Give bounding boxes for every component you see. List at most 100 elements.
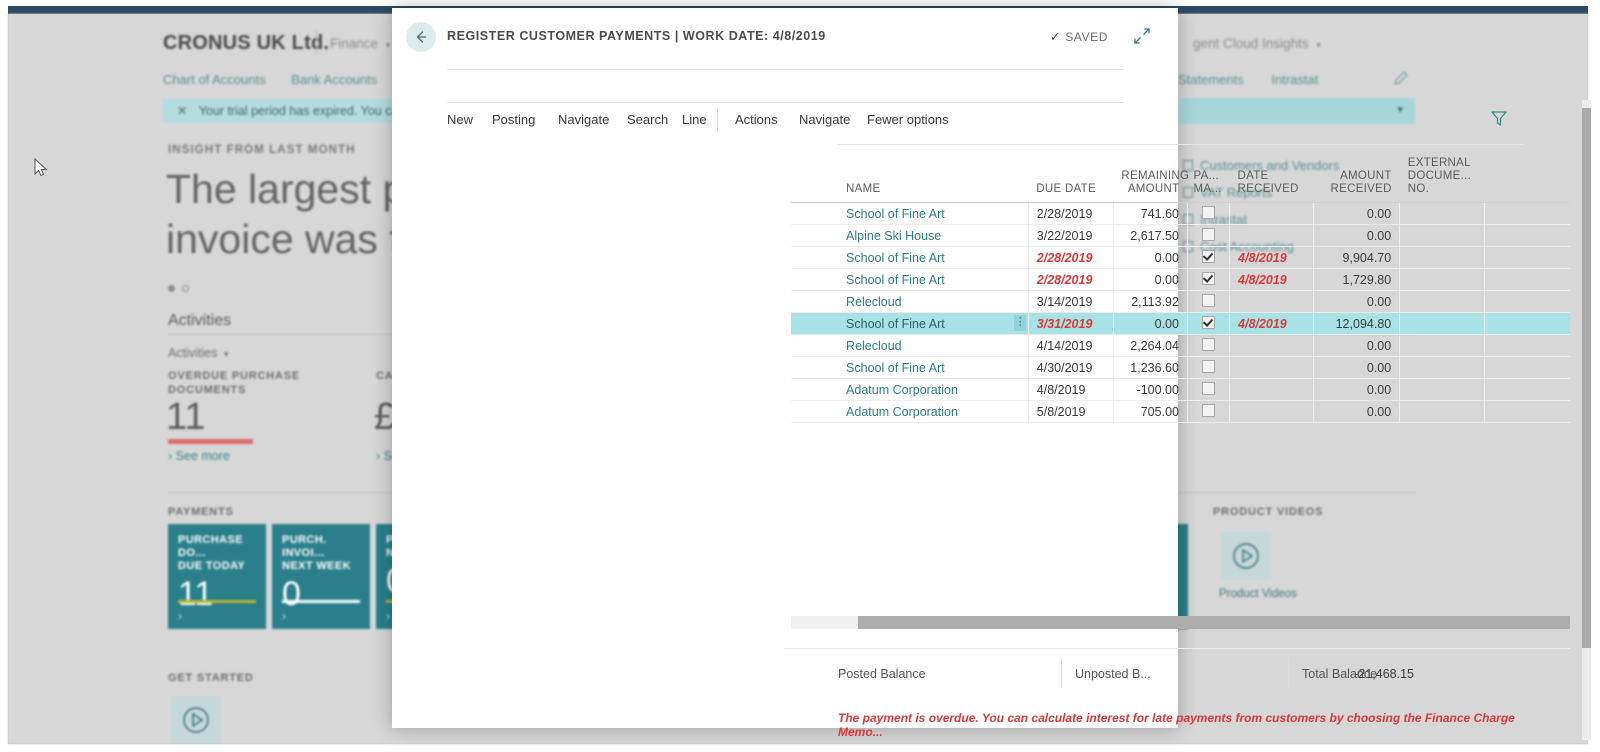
cell-remaining-amount[interactable]: 0.00 <box>1113 246 1188 269</box>
back-arrow-icon[interactable] <box>406 22 436 52</box>
get-started-video-thumb[interactable] <box>171 696 221 744</box>
activities-filter[interactable]: Activities ▾ <box>168 346 228 360</box>
cell-amount-received[interactable]: 0.00 <box>1313 224 1401 247</box>
cell-external-document-no[interactable] <box>1399 290 1486 313</box>
checkbox-icon[interactable] <box>1201 360 1215 373</box>
menu-item-cloud-insights[interactable]: gent Cloud Insights ▾ <box>1193 36 1321 51</box>
nav-tab-bank-accounts[interactable]: Bank Accounts <box>291 72 377 87</box>
cell-remaining-amount[interactable]: 2,617.50 <box>1113 224 1188 247</box>
table-row[interactable]: Adatum Corporation 4/8/2019 -100.00 0.00 <box>791 378 1570 401</box>
cell-external-document-no[interactable] <box>1399 400 1486 423</box>
ribbon-search[interactable]: Search <box>627 112 668 127</box>
cell-remaining-amount[interactable]: 1,236.60 <box>1113 356 1188 379</box>
row-options-icon[interactable]: ⋮ <box>1013 315 1026 331</box>
th-due-date[interactable]: DUE DATE <box>1028 148 1114 203</box>
cell-payment-made[interactable] <box>1187 356 1231 379</box>
cell-external-document-no[interactable] <box>1399 202 1486 225</box>
cell-external-document-no[interactable] <box>1399 378 1486 401</box>
cell-payment-made[interactable] <box>1187 202 1231 225</box>
cell-name[interactable]: School of Fine Art <box>838 202 1029 225</box>
cell-due-date[interactable]: 3/31/2019 <box>1028 312 1114 335</box>
cell-amount-received[interactable]: 0.00 <box>1313 356 1401 379</box>
cell-date-received[interactable] <box>1229 202 1315 225</box>
ribbon-actions[interactable]: Actions <box>735 112 778 127</box>
table-row[interactable]: Relecloud 4/14/2019 2,264.04 0.00 <box>791 334 1570 357</box>
cell-date-received[interactable] <box>1229 356 1315 379</box>
cell-remaining-amount[interactable]: 2,113.92 <box>1113 290 1188 313</box>
tile-purchase-due-today[interactable]: PURCHASE DO... DUE TODAY 11 › <box>168 524 266 629</box>
cell-payment-made[interactable] <box>1187 246 1231 269</box>
cell-due-date[interactable]: 3/22/2019 <box>1028 224 1114 247</box>
cell-date-received[interactable] <box>1229 334 1315 357</box>
cell-name[interactable]: Adatum Corporation <box>838 378 1029 401</box>
nav-tab-statements[interactable]: Statements <box>1178 72 1244 87</box>
cell-remaining-amount[interactable]: -100.00 <box>1113 378 1188 401</box>
cell-due-date[interactable]: 2/28/2019 <box>1028 202 1114 225</box>
cell-amount-received[interactable]: 9,904.70 <box>1313 246 1401 269</box>
product-video-thumb[interactable] <box>1221 532 1271 580</box>
table-row[interactable]: School of Fine Art 4/30/2019 1,236.60 0.00 <box>791 356 1570 379</box>
ribbon-line[interactable]: Line <box>682 112 707 127</box>
cell-amount-received[interactable]: 12,094.80 <box>1313 312 1401 335</box>
cell-date-received[interactable] <box>1229 378 1315 401</box>
th-payment-made[interactable]: PA... MA... <box>1187 148 1230 203</box>
cell-name[interactable]: School of Fine Art <box>838 268 1029 291</box>
cell-external-document-no[interactable] <box>1399 268 1486 291</box>
cell-date-received[interactable]: 4/8/2019 <box>1229 268 1315 291</box>
checkbox-icon[interactable] <box>1201 228 1215 241</box>
table-row[interactable]: School of Fine Art 2/28/2019 0.00 4/8/2019 9… <box>791 246 1570 269</box>
cell-remaining-amount[interactable]: 741.60 <box>1113 202 1188 225</box>
cell-name[interactable]: School of Fine Art ⋮ <box>838 312 1029 335</box>
checkbox-icon[interactable] <box>1201 404 1215 417</box>
cell-date-received[interactable]: 4/8/2019 <box>1229 312 1315 335</box>
cell-date-received[interactable] <box>1229 290 1315 313</box>
checkbox-icon[interactable] <box>1201 250 1215 263</box>
table-hscrollbar-thumb[interactable] <box>858 616 1570 629</box>
table-row[interactable]: School of Fine Art 2/28/2019 741.60 0.00 <box>791 202 1570 225</box>
close-icon[interactable]: ✕ <box>177 104 187 118</box>
cell-remaining-amount[interactable]: 0.00 <box>1113 268 1188 291</box>
page-scrollbar-thumb[interactable] <box>1582 108 1591 648</box>
cell-payment-made[interactable] <box>1187 334 1231 357</box>
ribbon-posting[interactable]: Posting <box>492 112 535 127</box>
cell-amount-received[interactable]: 1,729.80 <box>1313 268 1401 291</box>
search-dropdown[interactable]: ▾ <box>1183 98 1415 124</box>
tile-purch-invoices-next-week[interactable]: PURCH. INVOI... NEXT WEEK 0 › <box>272 524 370 629</box>
carousel-dot-active[interactable] <box>168 285 175 292</box>
cell-name[interactable]: School of Fine Art <box>838 246 1029 269</box>
cell-external-document-no[interactable] <box>1399 224 1486 247</box>
carousel-dot[interactable] <box>182 285 189 292</box>
cell-due-date[interactable]: 3/14/2019 <box>1028 290 1114 313</box>
cell-name[interactable]: Adatum Corporation <box>838 400 1029 423</box>
cell-amount-received[interactable]: 0.00 <box>1313 202 1401 225</box>
cell-due-date[interactable]: 4/14/2019 <box>1028 334 1114 357</box>
cell-due-date[interactable]: 4/8/2019 <box>1028 378 1114 401</box>
cell-payment-made[interactable] <box>1187 312 1231 335</box>
th-date-received[interactable]: DATE RECEIVED <box>1229 148 1314 203</box>
checkbox-icon[interactable] <box>1201 206 1215 219</box>
cell-due-date[interactable]: 2/28/2019 <box>1028 246 1114 269</box>
th-amount-received[interactable]: AMOUNT RECEIVED <box>1313 148 1400 203</box>
cell-payment-made[interactable] <box>1187 268 1231 291</box>
cell-date-received[interactable] <box>1229 224 1315 247</box>
cell-payment-made[interactable] <box>1187 378 1231 401</box>
cell-external-document-no[interactable] <box>1399 356 1486 379</box>
nav-tab-chart-of-accounts[interactable]: Chart of Accounts <box>163 72 266 87</box>
ribbon-navigate-2[interactable]: Navigate <box>799 112 850 127</box>
cell-due-date[interactable]: 5/8/2019 <box>1028 400 1114 423</box>
expand-diagonal-icon[interactable] <box>1132 26 1152 46</box>
cell-date-received[interactable]: 4/8/2019 <box>1229 246 1315 269</box>
table-row[interactable]: Alpine Ski House 3/22/2019 2,617.50 0.00 <box>791 224 1570 247</box>
cell-amount-received[interactable]: 0.00 <box>1313 400 1401 423</box>
th-remaining-amount[interactable]: REMAINING AMOUNT <box>1113 148 1189 203</box>
checkbox-icon[interactable] <box>1201 272 1215 285</box>
table-row[interactable]: Relecloud 3/14/2019 2,113.92 0.00 <box>791 290 1570 313</box>
checkbox-icon[interactable] <box>1201 316 1215 329</box>
cell-payment-made[interactable] <box>1187 224 1231 247</box>
checkbox-icon[interactable] <box>1201 338 1215 351</box>
ribbon-new[interactable]: New <box>447 112 473 127</box>
th-external-document-no[interactable]: EXTERNAL DOCUME... NO. <box>1399 148 1485 203</box>
filter-funnel-icon[interactable] <box>1489 108 1509 128</box>
cell-remaining-amount[interactable]: 2,264.04 <box>1113 334 1188 357</box>
cell-remaining-amount[interactable]: 705.00 <box>1113 400 1188 423</box>
